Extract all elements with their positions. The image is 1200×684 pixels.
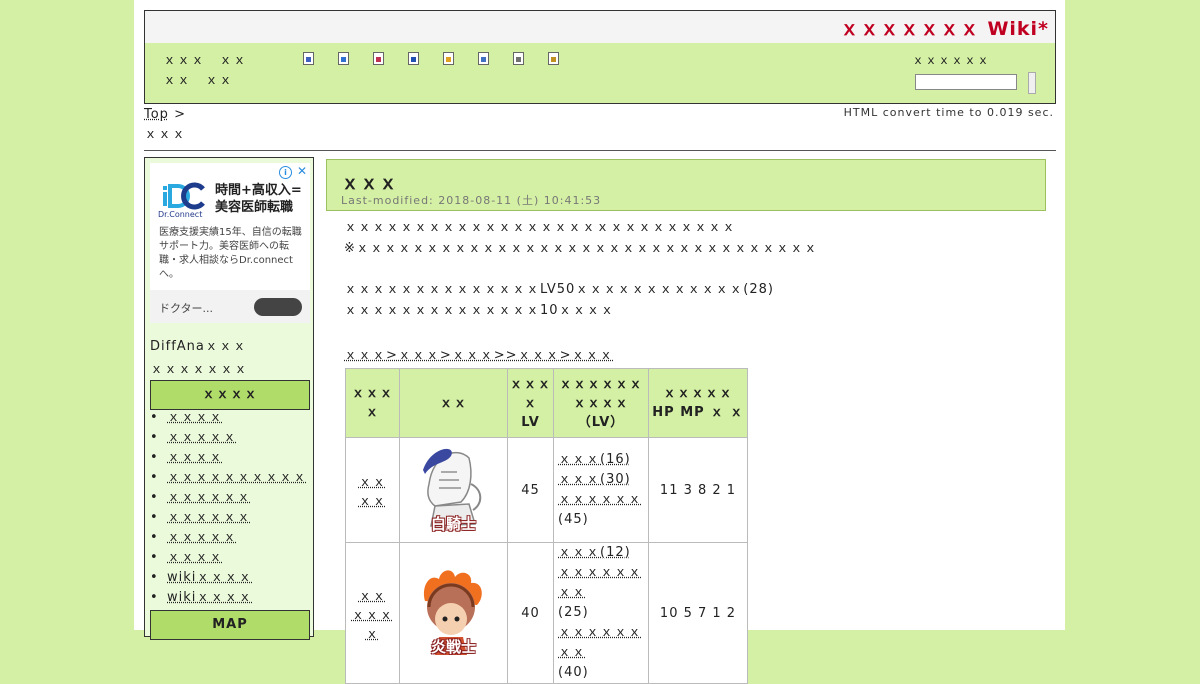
sidebar-menu-item[interactable]: • ｘｘｘｘｘｘ: [150, 508, 307, 528]
unit-image-cell: 炎戦士: [399, 542, 508, 684]
intro-line-1: ｘｘｘｘｘｘｘｘｘｘｘｘｘｘｘｘｘｘｘｘｘｘｘｘｘｘｘｘ: [344, 220, 737, 235]
ad-headline-2: 美容医師転職: [215, 200, 294, 215]
unit-level-cell: 40: [507, 542, 554, 684]
sidebar-menu-item[interactable]: • ｘｘｘｘ: [150, 448, 307, 468]
list-icon[interactable]: [513, 52, 524, 65]
sidebar-menu-item[interactable]: • ｘｘｘｘ: [150, 548, 307, 568]
info-line-2: ｘｘｘｘｘｘｘｘｘｘｘｘｘｘ10ｘｘｘｘ: [344, 303, 615, 318]
sidebar-menu-item[interactable]: • ｘｘｘｘｘ: [150, 428, 307, 448]
sidebar: i ✕ Dr.Connect 時間+高収入= 美容医師転職 医療支援実績15年、…: [144, 157, 314, 640]
col-header-4: ｘｘｘｘｘｘｘｘｘｘ （LV）: [553, 368, 649, 438]
backup-icon[interactable]: [408, 52, 419, 65]
title-box: ｘｘｘ Last-modified: 2018-08-11 (土) 10:41:…: [326, 159, 1046, 211]
sidebar-menu-item[interactable]: • ｘｘｘｘ: [150, 408, 307, 428]
nav-link-4[interactable]: ｘｘ: [205, 71, 233, 91]
white-knight-image: 白騎士: [411, 444, 497, 536]
sidebar-link-2[interactable]: ｘｘｘｘｘｘｘ: [150, 358, 248, 377]
nav-link-1[interactable]: ｘｘｘ: [163, 51, 205, 71]
unit-stats-cell: 10 5 7 1 2: [648, 542, 748, 684]
ad-body: 医療支援実績15年、自信の転職サポート力。美容医師への転職・求人相談ならDr.c…: [159, 227, 302, 280]
diff-icon[interactable]: [373, 52, 384, 65]
breadcrumb-current: ｘｘｘ: [144, 127, 187, 142]
unit-name-cell[interactable]: ｘｘ ｘｘｘｘ: [345, 542, 400, 684]
navbar: ｘｘｘ ｘｘｘｘ ｘｘ ｘｘｘｘｘｘ: [144, 43, 1056, 104]
col-header-1: ｘｘｘｘ: [345, 368, 400, 438]
category-path[interactable]: ｘｘｘ>ｘｘｘ>ｘｘｘ>>ｘｘｘ>ｘｘｘ: [344, 344, 613, 363]
toolbar: [303, 52, 583, 67]
table-row: ｘｘ ｘｘ 白騎士 45 ｘｘｘ(16) ｘｘｘ(30) ｘｘｘｘｘｘ (45)…: [345, 437, 748, 543]
breadcrumb: Top > ｘｘｘ: [144, 105, 186, 145]
copy-icon[interactable]: [478, 52, 489, 65]
ad-brand: Dr.Connect: [158, 210, 203, 219]
breadcrumb-top-link[interactable]: Top: [144, 107, 169, 122]
ad-footer: ドクター...: [150, 290, 310, 323]
sidebar-section-heading: ｘｘｘｘ: [150, 380, 310, 410]
unit-skills-cell: ｘｘｘ(16) ｘｘｘ(30) ｘｘｘｘｘｘ (45): [553, 437, 649, 543]
ad-headline-1: 時間+高収入=: [215, 183, 302, 198]
convert-time: HTML convert time to 0.019 sec.: [843, 106, 1054, 119]
info-line-1: ｘｘｘｘｘｘｘｘｘｘｘｘｘｘLV50ｘｘｘｘｘｘｘｘｘｘｘｘ(28): [344, 282, 774, 297]
col-header-2: ｘｘ: [399, 368, 508, 438]
ad-open-button[interactable]: [254, 298, 302, 316]
edit-page-icon[interactable]: [338, 52, 349, 65]
unit-level-cell: 45: [507, 437, 554, 543]
sidebar-map-heading: MAP: [150, 610, 310, 640]
intro-paragraph: ｘｘｘｘｘｘｘｘｘｘｘｘｘｘｘｘｘｘｘｘｘｘｘｘｘｘｘｘ ※ｘｘｘｘｘｘｘｘｘｘ…: [344, 217, 818, 259]
ad-banner[interactable]: i ✕ Dr.Connect 時間+高収入= 美容医師転職 医療支援実績15年、…: [150, 163, 310, 323]
table-row: ｘｘ ｘｘｘｘ 炎戦士 40 ｘｘｘ(12) ｘｘｘｘｘｘｘｘ (25) ｘｘｘ…: [345, 542, 748, 684]
sidebar-menu-item[interactable]: • wikiｘｘｘｘ: [150, 568, 307, 588]
sidebar-menu-item[interactable]: • ｘｘｘｘｘ: [150, 528, 307, 548]
sidebar-menu-item[interactable]: • ｘｘｘｘｘｘｘｘｘｘ: [150, 468, 307, 488]
unit-stats-cell: 11 3 8 2 1: [648, 437, 748, 543]
lock-icon[interactable]: [443, 52, 454, 65]
col-header-5: ｘｘｘｘｘ HP MP ｘ ｘ: [648, 368, 748, 438]
site-title[interactable]: ｘｘｘｘｘｘｘ Wiki*: [840, 14, 1049, 41]
info-icon[interactable]: i: [279, 166, 292, 179]
table-header-row: ｘｘｘｘ ｘｘ ｘｘｘｘ LV ｘｘｘｘｘｘｘｘｘｘ （LV） ｘｘｘｘｘ HP MP…: [345, 368, 748, 438]
help-icon[interactable]: [548, 52, 559, 65]
search-label: ｘｘｘｘｘｘ: [912, 53, 991, 67]
sidebar-link-diffana[interactable]: DiffAnaｘｘｘ: [150, 335, 247, 354]
new-page-icon[interactable]: [303, 52, 314, 65]
breadcrumb-separator: >: [174, 107, 186, 122]
info-paragraph: ｘｘｘｘｘｘｘｘｘｘｘｘｘｘLV50ｘｘｘｘｘｘｘｘｘｘｘｘ(28) ｘｘｘｘｘ…: [344, 279, 774, 321]
flame-warrior-image: 炎戦士: [411, 567, 497, 659]
nav-link-3[interactable]: ｘｘ: [163, 71, 191, 91]
search-input[interactable]: [915, 74, 1017, 90]
site-header: ｘｘｘｘｘｘｘ Wiki*: [144, 10, 1056, 44]
unit-skills-cell: ｘｘｘ(12) ｘｘｘｘｘｘｘｘ (25) ｘｘｘｘｘｘｘｘ (40): [553, 542, 649, 684]
nav-links: ｘｘｘ ｘｘｘｘ ｘｘ: [163, 51, 278, 91]
ad-headline: 時間+高収入= 美容医師転職: [215, 182, 302, 216]
unit-name-cell[interactable]: ｘｘ ｘｘ: [345, 437, 400, 543]
intro-line-2: ※ｘｘｘｘｘｘｘｘｘｘｘｘｘｘｘｘｘｘｘｘｘｘｘｘｘｘｘｘｘｘｘｘｘ: [344, 241, 818, 256]
nav-link-2[interactable]: ｘｘ: [219, 51, 247, 71]
unit-table: ｘｘｘｘ ｘｘ ｘｘｘｘ LV ｘｘｘｘｘｘｘｘｘｘ （LV） ｘｘｘｘｘ HP MP…: [345, 368, 748, 684]
ad-advertiser: ドクター...: [159, 302, 214, 315]
page: ｘｘｘｘｘｘｘ Wiki* ｘｘｘ ｘｘｘｘ ｘｘ ｘｘｘｘｘｘ Top > ｘｘｘ…: [134, 0, 1065, 684]
last-modified: Last-modified: 2018-08-11 (土) 10:41:53: [341, 194, 602, 207]
sidebar-menu-item[interactable]: • wikiｘｘｘｘ: [150, 588, 307, 608]
unit-image-label: 炎戦士: [430, 638, 476, 656]
unit-image-cell: 白騎士: [399, 437, 508, 543]
sidebar-menu: • ｘｘｘｘ • ｘｘｘｘｘ • ｘｘｘｘ • ｘｘｘｘｘｘｘｘｘｘ • ｘｘｘｘｘｘ •…: [150, 408, 307, 608]
sidebar-menu-item[interactable]: • ｘｘｘｘｘｘ: [150, 488, 307, 508]
divider: [144, 150, 1056, 151]
col-header-3: ｘｘｘｘ LV: [507, 368, 554, 438]
close-icon[interactable]: ✕: [297, 164, 307, 178]
search-button[interactable]: [1028, 72, 1036, 94]
unit-image-label: 白騎士: [430, 515, 476, 533]
